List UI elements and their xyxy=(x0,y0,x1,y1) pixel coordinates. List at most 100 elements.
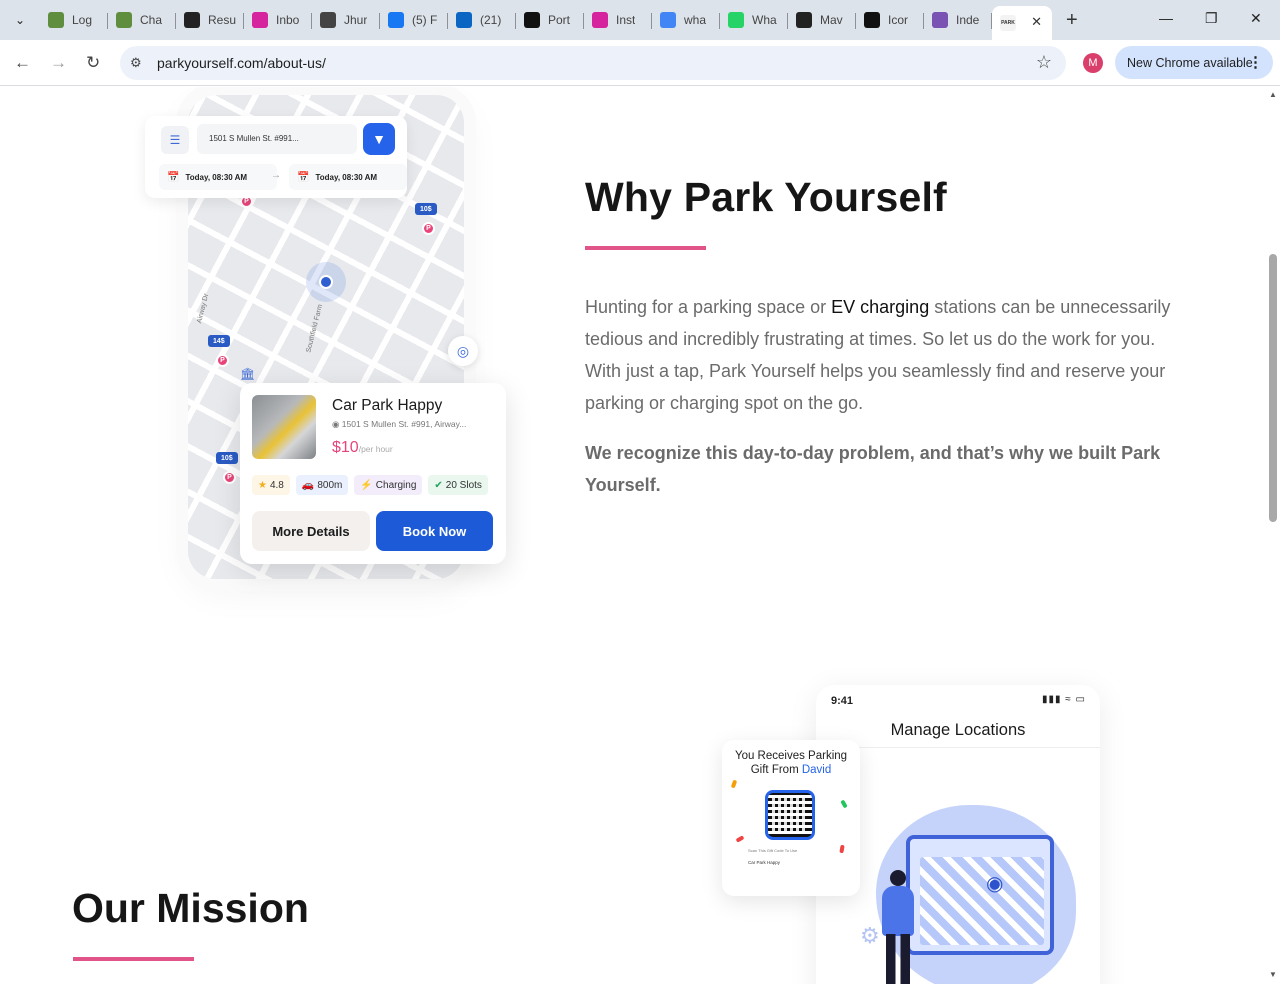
slash-icon xyxy=(184,12,200,28)
page-scrollbar[interactable]: ▲ ▼ xyxy=(1266,87,1280,984)
parking-pin-icon: P xyxy=(422,222,435,235)
browser-tab[interactable]: (21) xyxy=(448,6,516,34)
browser-tab[interactable]: Inbo xyxy=(244,6,312,34)
charging-chip: ⚡ Charging xyxy=(354,475,423,495)
map-price-tag: 10$ xyxy=(415,203,437,215)
title-underline xyxy=(585,246,706,250)
forward-icon[interactable]: → xyxy=(50,53,67,73)
tab-title: Inst xyxy=(616,13,636,27)
address-bar[interactable]: ⚙ parkyourself.com/about-us/ ☆ xyxy=(120,46,1066,80)
arrow-right-icon: → xyxy=(271,170,281,181)
browser-tab[interactable]: Inde xyxy=(924,6,992,34)
parking-detail-card: Car Park Happy ◉ 1501 S Mullen St. #991,… xyxy=(240,383,506,564)
slots-value: 20 Slots xyxy=(445,479,482,491)
tab-title: (5) F xyxy=(412,13,438,27)
site-settings-icon[interactable]: ⚙ xyxy=(130,55,142,71)
calendar-icon: 📅 xyxy=(297,171,310,183)
browser-tab[interactable]: Icor xyxy=(856,6,924,34)
ev-charging-link[interactable]: EV charging xyxy=(831,297,929,317)
tab-title: wha xyxy=(684,13,707,27)
distance-value: 800m xyxy=(317,479,343,491)
browser-toolbar: ← → ↻ ⚙ parkyourself.com/about-us/ ☆ M N… xyxy=(0,40,1280,86)
filter-icon: ▼ xyxy=(363,123,395,155)
browser-tab[interactable]: Resu xyxy=(176,6,244,34)
close-window-icon[interactable]: ✕ xyxy=(1250,10,1262,27)
shopify-icon xyxy=(48,12,64,28)
date-to: 📅 Today, 08:30 AM xyxy=(289,164,407,190)
more-menu-icon[interactable]: ⋮ xyxy=(1248,53,1263,71)
browser-tab[interactable]: Port xyxy=(516,6,584,34)
scroll-up-icon[interactable]: ▲ xyxy=(1269,90,1277,99)
rs-icon xyxy=(320,12,336,28)
maximize-icon[interactable]: ❐ xyxy=(1205,10,1218,27)
close-tab-icon[interactable]: ✕ xyxy=(1031,14,1042,30)
tab-title: Inbo xyxy=(276,13,300,27)
browser-tab[interactable]: Wha xyxy=(720,6,788,34)
browser-tab[interactable]: (5) F xyxy=(380,6,448,34)
browser-tab[interactable]: Log xyxy=(40,6,108,34)
chrome-update-button[interactable]: New Chrome available ⋮ xyxy=(1115,46,1273,79)
parking-price: $10/per hour xyxy=(332,439,393,457)
instagram-icon xyxy=(252,12,268,28)
status-icons: ▮▮▮ ≈ ▭ xyxy=(1041,694,1086,705)
openai-icon xyxy=(864,12,880,28)
minimize-icon[interactable]: — xyxy=(1159,10,1173,26)
why-body-start: Hunting for a parking space or xyxy=(585,297,832,317)
tab-title: Port xyxy=(548,13,571,27)
parking-pin-icon: P xyxy=(216,354,229,367)
parking-address: ◉ 1501 S Mullen St. #991, Airway... xyxy=(332,419,467,429)
scroll-down-icon[interactable]: ▼ xyxy=(1269,970,1277,979)
person-head xyxy=(890,870,906,886)
profile-avatar[interactable]: M xyxy=(1083,53,1103,73)
charging-icon: ⚡ xyxy=(360,479,373,491)
browser-tab[interactable]: Cha xyxy=(108,6,176,34)
gift-mini-title: Car Park Happy xyxy=(748,860,781,865)
star-icon: ★ xyxy=(258,479,267,491)
shopify-icon xyxy=(116,12,132,28)
date-from-text: Today, 08:30 AM xyxy=(185,172,248,182)
menu-list-icon: ☰ xyxy=(161,126,189,154)
parking-name: Car Park Happy xyxy=(332,397,443,414)
charging-label: Charging xyxy=(375,479,417,491)
browser-tab[interactable]: wha xyxy=(652,6,720,34)
confetti xyxy=(735,835,745,843)
back-icon[interactable]: ← xyxy=(14,53,31,73)
manage-locations-title: Manage Locations xyxy=(890,721,1026,739)
tab-title: Cha xyxy=(140,13,163,27)
gift-sender: David xyxy=(801,764,832,776)
scrollbar-thumb[interactable] xyxy=(1269,254,1277,522)
tab-title: Mav xyxy=(820,13,843,27)
search-card: ☰ 1501 S Mullen St. #991... ▼ 📅 Today, 08… xyxy=(145,116,407,198)
confetti xyxy=(730,779,738,789)
url-text[interactable]: parkyourself.com/about-us/ xyxy=(157,55,326,71)
tab-search-icon[interactable]: ⌄ xyxy=(8,8,32,32)
browser-tab[interactable]: Inst xyxy=(584,6,652,34)
linkedin-icon xyxy=(456,12,472,28)
active-browser-tab[interactable]: PARK ✕ xyxy=(992,6,1052,40)
map-price-tag: 14$ xyxy=(208,335,230,347)
parking-pin-icon: P xyxy=(223,471,236,484)
map-price-tag: 10$ xyxy=(216,452,238,464)
why-title: Why Park Yourself xyxy=(585,174,947,220)
reload-icon[interactable]: ↻ xyxy=(86,53,100,73)
parking-address-text: 1501 S Mullen St. #991, Airway... xyxy=(341,419,467,429)
instagram-icon xyxy=(592,12,608,28)
qr-code-icon xyxy=(765,790,815,840)
bookmark-star-icon[interactable]: ☆ xyxy=(1036,52,1052,73)
address-field: 1501 S Mullen St. #991... xyxy=(197,124,357,154)
rating-value: 4.8 xyxy=(269,479,284,491)
parking-chips: ★ 4.8 🚗 800m ⚡ Charging ✔ 20 Slots xyxy=(252,475,488,495)
locate-me-icon: ◎ xyxy=(448,336,478,366)
tab-title: (21) xyxy=(480,13,502,27)
gift-from: Gift From xyxy=(750,764,802,776)
browser-tab[interactable]: Jhur xyxy=(312,6,380,34)
confetti xyxy=(839,844,845,854)
new-tab-icon[interactable]: + xyxy=(1066,10,1078,30)
date-from: 📅 Today, 08:30 AM xyxy=(159,164,277,190)
person-legs xyxy=(886,934,910,984)
gift-card: You Receives Parking Gift From David Sca… xyxy=(722,740,860,896)
tab-title: Jhur xyxy=(344,13,368,27)
more-details-button: More Details xyxy=(252,511,370,551)
browser-tab[interactable]: Mav xyxy=(788,6,856,34)
price-value: $10 xyxy=(332,439,359,456)
